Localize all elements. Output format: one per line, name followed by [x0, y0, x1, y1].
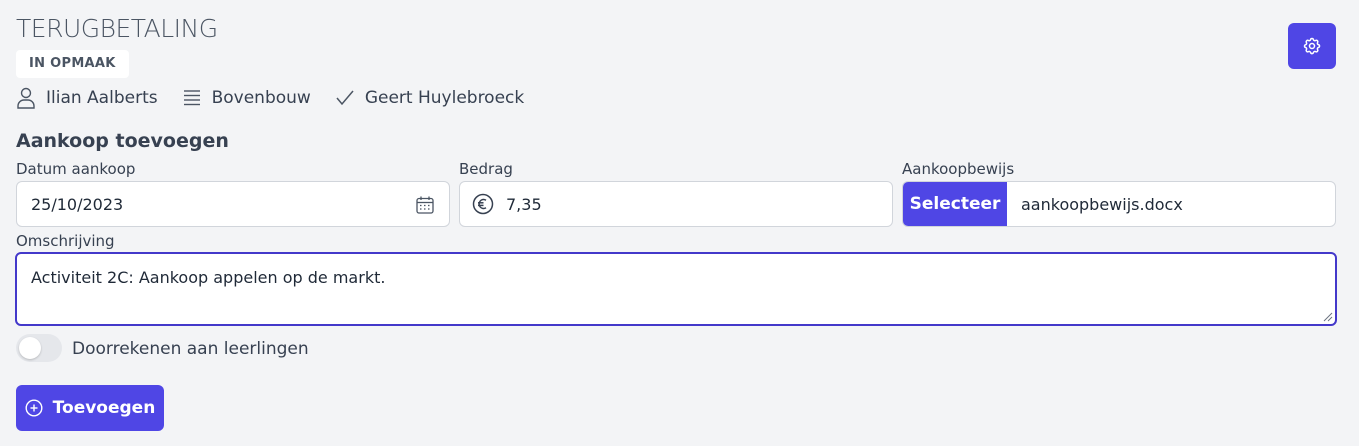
date-field[interactable]: 25/10/2023 — [16, 181, 450, 227]
list-icon — [183, 90, 200, 106]
euro-icon — [472, 193, 494, 215]
calendar-icon[interactable] — [415, 195, 435, 215]
add-button[interactable]: Toevoegen — [16, 385, 164, 431]
meta-user-label: Ilian Aalberts — [46, 88, 158, 108]
meta-group: Bovenbouw — [182, 88, 311, 108]
meta-approver: Geert Huylebroeck — [335, 88, 524, 108]
file-name: aankoopbewijs.docx — [1021, 194, 1183, 214]
status-badge: IN OPMAAK — [16, 50, 129, 78]
page-title: TERUGBETALING — [16, 14, 218, 43]
receipt-label: Aankoopbewijs — [902, 160, 1015, 178]
description-label: Omschrijving — [16, 232, 115, 250]
add-button-label: Toevoegen — [52, 398, 156, 418]
charge-students-toggle[interactable] — [16, 334, 62, 362]
user-icon — [17, 87, 35, 109]
resize-handle-icon[interactable] — [1323, 312, 1333, 322]
amount-field[interactable]: 7,35 — [459, 181, 893, 227]
select-file-button[interactable]: Selecteer — [903, 182, 1007, 226]
meta-row: Ilian Aalberts Bovenbouw Geert Huylebroe… — [16, 84, 548, 112]
toggle-knob — [19, 337, 41, 359]
meta-user: Ilian Aalberts — [16, 87, 158, 109]
amount-label: Bedrag — [459, 160, 513, 178]
section-title: Aankoop toevoegen — [16, 130, 229, 152]
check-icon — [336, 90, 354, 106]
date-label: Datum aankoop — [16, 160, 136, 178]
receipt-field[interactable]: Selecteer aankoopbewijs.docx — [902, 181, 1336, 227]
settings-button[interactable] — [1288, 23, 1336, 69]
plus-circle-icon — [25, 399, 43, 417]
meta-group-label: Bovenbouw — [211, 88, 311, 108]
gear-icon — [1303, 37, 1321, 55]
toggle-label: Doorrekenen aan leerlingen — [72, 339, 309, 359]
date-value: 25/10/2023 — [31, 194, 124, 214]
meta-approver-label: Geert Huylebroeck — [364, 88, 525, 108]
description-textarea[interactable]: Activiteit 2C: Aankoop appelen op de mar… — [15, 252, 1337, 326]
amount-value: 7,35 — [506, 194, 542, 214]
description-value: Activiteit 2C: Aankoop appelen op de mar… — [31, 268, 386, 287]
